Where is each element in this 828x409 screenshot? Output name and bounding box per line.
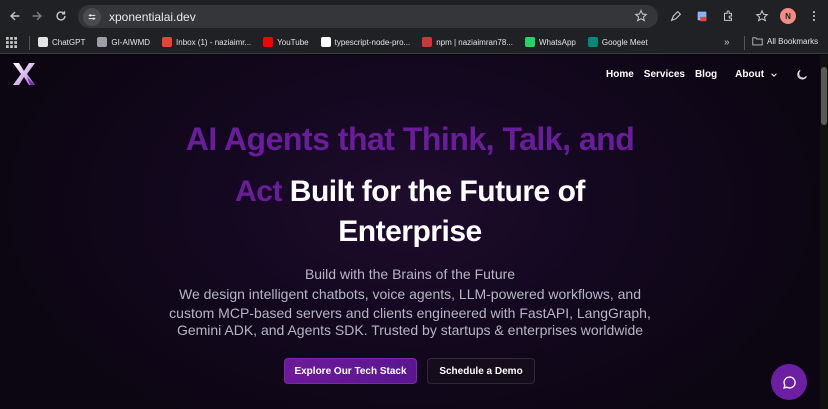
toolbar-right: N: [664, 0, 826, 32]
browser-toolbar: xponentialai.dev N: [0, 0, 828, 32]
scrollbar-thumb[interactable]: [821, 67, 827, 125]
bookmark-label: GI-AIWMD: [111, 37, 151, 47]
page-scrollbar[interactable]: [820, 55, 828, 409]
profile-initial: N: [780, 8, 796, 24]
bookmark-item[interactable]: Google Meet: [587, 37, 648, 47]
youtube-icon: [263, 37, 274, 47]
bookmark-label: Inbox (1) - naziaimr...: [176, 37, 252, 47]
chat-widget-button[interactable]: [771, 364, 807, 400]
hero-title-act: Act: [235, 175, 282, 208]
pen-icon[interactable]: [664, 4, 688, 28]
bookmarks-divider-right: [744, 36, 745, 50]
hero-title-line2-rest: Built for the Future of: [281, 175, 586, 208]
chevron-down-icon: [771, 72, 777, 77]
site-nav-links: Home Services Blog About: [606, 69, 778, 80]
bookmark-label: Google Meet: [601, 37, 648, 47]
gmail-icon: [162, 37, 173, 47]
npm-icon: [422, 37, 433, 47]
bookmark-item[interactable]: YouTube: [263, 37, 309, 47]
bookmark-label: WhatsApp: [538, 37, 576, 47]
profile-avatar[interactable]: N: [776, 4, 800, 28]
more-bookmarks-chevron[interactable]: »: [724, 37, 730, 48]
github-icon: [320, 37, 331, 47]
all-bookmarks-button[interactable]: All Bookmarks: [752, 36, 818, 46]
github-style-icon: [97, 37, 108, 47]
nav-blog[interactable]: Blog: [695, 69, 717, 80]
bookmark-label: typescript-node-pro...: [334, 37, 411, 47]
website: Home Services Blog About AI Agents that …: [0, 55, 828, 409]
bookmarks-bar: ChatGPT GI-AIWMD Inbox (1) - naziaimr... Yo…: [0, 32, 828, 54]
bookmarks-divider: [29, 36, 30, 50]
hero-tagline: Build with the Brains of the Future: [304, 266, 516, 282]
extension-badge-icon[interactable]: [690, 4, 714, 28]
bookmark-star-icon[interactable]: [634, 9, 648, 23]
bookmark-list: ChatGPT GI-AIWMD Inbox (1) - naziaimr... Yo…: [38, 37, 660, 47]
chat-bubble-icon: [782, 375, 796, 389]
theme-toggle-moon-icon[interactable]: [796, 69, 808, 81]
forward-icon[interactable]: [25, 4, 49, 28]
bookmark-item[interactable]: Inbox (1) - naziaimr...: [162, 37, 251, 47]
extensions-puzzle-icon[interactable]: [716, 4, 740, 28]
bookmark-item[interactable]: WhatsApp: [524, 37, 576, 47]
nav-about-label: About: [735, 69, 765, 80]
hero-title-line2: Act Built for the Future of: [0, 175, 820, 209]
back-icon[interactable]: [3, 4, 27, 28]
nav-services[interactable]: Services: [644, 69, 685, 80]
bookmark-label: npm | naziaimran78...: [436, 37, 513, 47]
site-info-icon[interactable]: [83, 7, 101, 26]
bookmarks-star-icon[interactable]: [750, 4, 774, 28]
explore-tech-stack-button[interactable]: Explore Our Tech Stack: [284, 358, 417, 384]
url-text: xponentialai.dev: [109, 9, 196, 24]
hero-title-line3: Enterprise: [338, 215, 482, 248]
bookmark-item[interactable]: GI-AIWMD: [97, 37, 150, 47]
hero-description-line2: custom MCP-based servers and clients eng…: [169, 305, 651, 321]
nav-home[interactable]: Home: [606, 69, 634, 80]
bookmark-label: YouTube: [277, 37, 309, 47]
bookmark-item[interactable]: ChatGPT: [38, 37, 85, 47]
reload-icon[interactable]: [49, 4, 73, 28]
google-meet-icon: [587, 37, 598, 47]
whatsapp-icon: [524, 37, 535, 47]
chatgpt-icon: [38, 37, 48, 47]
bookmark-label: ChatGPT: [52, 37, 86, 47]
hero-description-line3: Gemini ADK, and Agents SDK. Trusted by s…: [176, 322, 644, 338]
browser-menu-icon[interactable]: [802, 4, 826, 28]
hero-title-line1: AI Agents that Think, Talk, and: [185, 121, 635, 157]
folder-icon: [752, 37, 763, 46]
xponential-logo[interactable]: [11, 61, 37, 87]
apps-grid-icon[interactable]: [6, 37, 17, 50]
address-bar[interactable]: xponentialai.dev: [78, 5, 658, 28]
nav-about[interactable]: About: [735, 69, 778, 80]
bookmark-item[interactable]: typescript-node-pro...: [320, 37, 411, 47]
all-bookmarks-label: All Bookmarks: [767, 36, 819, 46]
hero-description-line1: We design intelligent chatbots, voice ag…: [179, 286, 641, 302]
site-header: Home Services Blog About: [0, 55, 820, 95]
bookmark-item[interactable]: npm | naziaimran78...: [422, 37, 513, 47]
schedule-demo-button[interactable]: Schedule a Demo: [427, 358, 535, 384]
